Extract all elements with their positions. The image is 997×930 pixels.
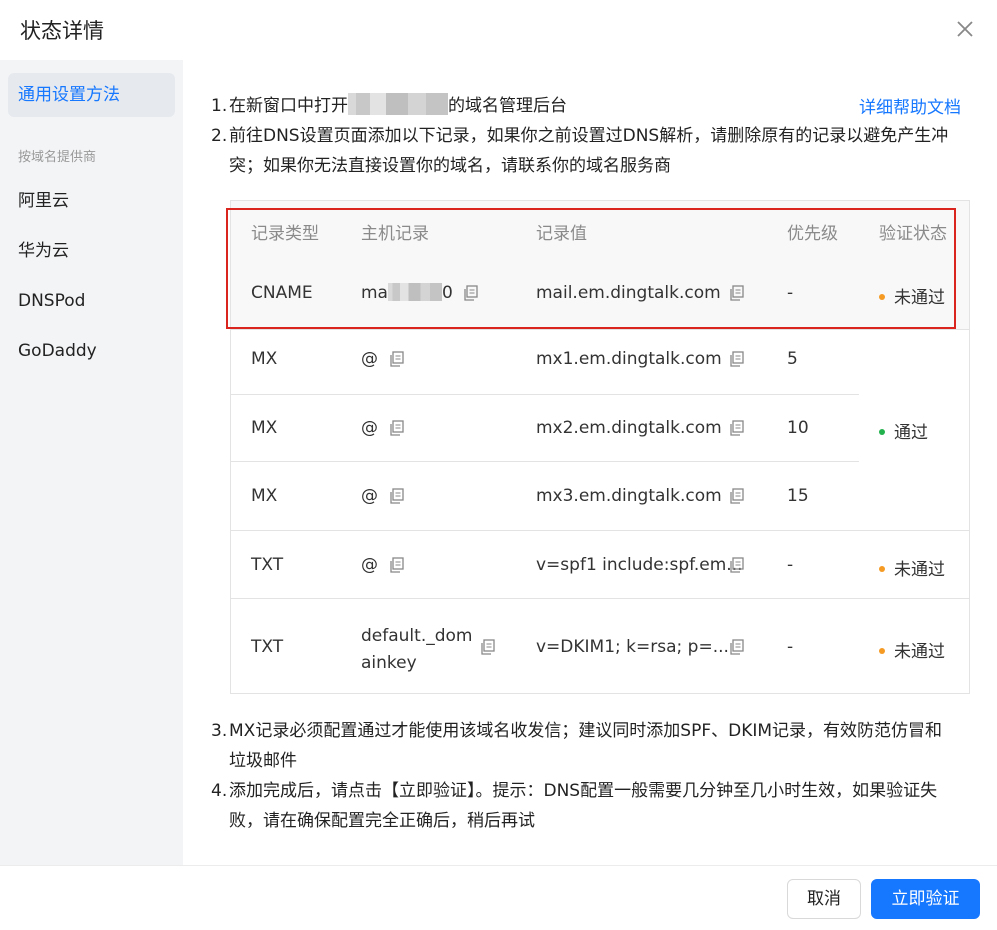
verify-now-button[interactable]: 立即验证: [871, 879, 980, 919]
row-divider: [231, 598, 969, 599]
dialog-title: 状态详情: [20, 19, 104, 43]
cell-record-value: v=spf1 include:spf.em...: [536, 555, 743, 575]
dialog-header: 状态详情: [0, 0, 997, 60]
cancel-button[interactable]: 取消: [787, 879, 861, 919]
copy-icon[interactable]: [388, 350, 406, 368]
status-fail: 未通过: [879, 555, 945, 580]
step-number: 1.: [211, 96, 228, 116]
cell-priority: -: [787, 283, 794, 303]
cell-record-value: mx3.em.dingtalk.com: [536, 486, 722, 506]
header-priority: 优先级: [787, 224, 838, 244]
copy-icon[interactable]: [728, 556, 746, 574]
status-dot: [879, 648, 885, 654]
copy-icon[interactable]: [728, 419, 746, 437]
cell-priority: -: [787, 637, 794, 657]
status-label: 未通过: [894, 288, 945, 308]
status-label: 通过: [894, 423, 928, 443]
cell-record-type: MX: [251, 418, 278, 438]
cell-host-record: ma 0: [361, 283, 453, 303]
row-divider: [231, 461, 859, 462]
copy-icon[interactable]: [728, 350, 746, 368]
instructions-panel: 1. 在新窗口中打开 的域名管理后台 详细帮助文档 2. 前往DNS设置页面添加以下记…: [183, 60, 997, 865]
cell-record-value: v=DKIM1; k=rsa; p=...: [536, 637, 729, 657]
cell-record-type: TXT: [251, 555, 284, 575]
host-text: ma: [361, 283, 388, 303]
sidebar-group-label: 按域名提供商: [18, 150, 97, 165]
cell-record-type: CNAME: [251, 283, 313, 303]
cell-record-value: mx2.em.dingtalk.com: [536, 418, 722, 438]
cell-priority: -: [787, 555, 794, 575]
step-text: 突；如果你无法直接设置你的域名，请联系你的域名服务商: [229, 156, 671, 176]
row-divider: [231, 394, 859, 395]
table-row: CNAME ma 0 mail.em.dingtalk.com - 未通过: [231, 261, 969, 329]
close-icon[interactable]: [953, 17, 977, 41]
cell-record-type: MX: [251, 349, 278, 369]
sidebar-item-godaddy[interactable]: GoDaddy: [8, 329, 175, 373]
provider-sidebar: 通用设置方法 按域名提供商 阿里云 华为云 DNSPod GoDaddy: [0, 60, 183, 865]
cell-record-value: mx1.em.dingtalk.com: [536, 349, 722, 369]
cell-priority: 10: [787, 418, 809, 438]
host-text: 0: [441, 283, 453, 303]
cell-record-value: mail.em.dingtalk.com: [536, 283, 721, 303]
cell-record-type: MX: [251, 486, 278, 506]
header-record-value: 记录值: [536, 224, 587, 244]
row-divider: [231, 329, 969, 330]
copy-icon[interactable]: [388, 556, 406, 574]
cell-host-record: default._dom ainkey: [361, 623, 472, 677]
header-verify-status: 验证状态: [879, 224, 947, 244]
cell-host-record: @: [361, 349, 378, 369]
status-fail: 未通过: [879, 637, 945, 662]
help-doc-link[interactable]: 详细帮助文档: [859, 93, 961, 118]
redacted-domain: [348, 93, 448, 115]
step-number: 3.: [211, 721, 228, 741]
step-1: 1. 在新窗口中打开 的域名管理后台: [211, 91, 567, 121]
copy-icon[interactable]: [728, 284, 746, 302]
step-number: 4.: [211, 781, 228, 801]
step-text: 败，请在确保配置完全正确后，稍后再试: [229, 811, 535, 831]
row-divider: [231, 530, 969, 531]
status-label: 未通过: [894, 560, 945, 580]
cell-priority: 15: [787, 486, 809, 506]
sidebar-item-general[interactable]: 通用设置方法: [8, 73, 175, 117]
status-dot: [879, 566, 885, 572]
step-2: 2. 前往DNS设置页面添加以下记录，如果你之前设置过DNS解析，请删除原有的记录…: [211, 121, 948, 181]
status-label: 未通过: [894, 642, 945, 662]
step-text: MX记录必须配置通过才能使用该域名收发信；建议同时添加SPF、DKIM记录，有效…: [229, 721, 943, 741]
step-3: 3. MX记录必须配置通过才能使用该域名收发信；建议同时添加SPF、DKIM记录，…: [211, 716, 942, 776]
step-number: 2.: [211, 126, 228, 146]
sidebar-item-aliyun[interactable]: 阿里云: [8, 179, 175, 223]
step-text: 添加完成后，请点击【立即验证】。提示：DNS配置一般需要几分钟至几小时生效，如果…: [229, 781, 938, 801]
step-text: 前往DNS设置页面添加以下记录，如果你之前设置过DNS解析，请删除原有的记录以避…: [229, 126, 949, 146]
cell-priority: 5: [787, 349, 798, 369]
copy-icon[interactable]: [728, 638, 746, 656]
status-dot: [879, 294, 885, 300]
table-header: 记录类型 主机记录 记录值 优先级 验证状态: [231, 201, 969, 261]
status-detail-dialog: 状态详情 通用设置方法 按域名提供商 阿里云 华为云 DNSPod GoDadd…: [0, 0, 997, 930]
cell-record-type: TXT: [251, 637, 284, 657]
cell-host-record: @: [361, 555, 378, 575]
dns-records-table: 记录类型 主机记录 记录值 优先级 验证状态 CNAME ma 0 mail.em…: [230, 200, 970, 694]
sidebar-item-dnspod[interactable]: DNSPod: [8, 279, 175, 323]
status-pass: 通过: [879, 418, 928, 443]
step-text: 在新窗口中打开: [229, 96, 348, 116]
copy-icon[interactable]: [388, 419, 406, 437]
status-fail: 未通过: [879, 283, 945, 308]
sidebar-item-huaweicloud[interactable]: 华为云: [8, 229, 175, 273]
copy-icon[interactable]: [388, 487, 406, 505]
host-line: ainkey: [361, 653, 417, 673]
cell-host-record: @: [361, 418, 378, 438]
copy-icon[interactable]: [479, 638, 497, 656]
step-4: 4. 添加完成后，请点击【立即验证】。提示：DNS配置一般需要几分钟至几小时生效，…: [211, 776, 937, 836]
header-record-type: 记录类型: [251, 224, 319, 244]
status-dot: [879, 429, 885, 435]
cell-host-record: @: [361, 486, 378, 506]
header-host-record: 主机记录: [361, 224, 429, 244]
step-text: 垃圾邮件: [229, 751, 297, 771]
dialog-footer: 取消 立即验证: [0, 865, 997, 930]
copy-icon[interactable]: [728, 487, 746, 505]
redacted-host: [387, 283, 442, 301]
copy-icon[interactable]: [462, 284, 480, 302]
host-line: default._dom: [361, 626, 473, 646]
step-text: 的域名管理后台: [448, 96, 567, 116]
